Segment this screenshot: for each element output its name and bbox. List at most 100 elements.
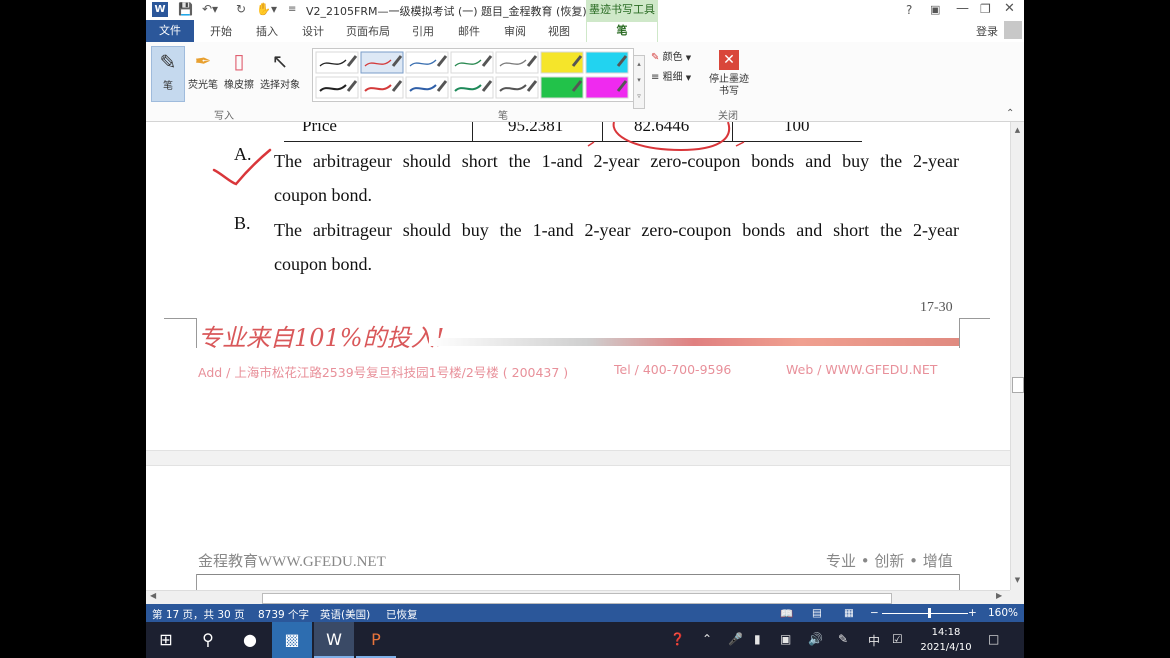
pen-swatch[interactable] [405,76,449,99]
ribbon-display-options-icon[interactable]: ▣ [930,3,940,16]
chevron-down-icon: ▼ [685,74,692,82]
help-tray-icon[interactable]: ❓ [670,632,685,646]
scroll-right-icon[interactable]: ▶ [996,591,1002,600]
pen-swatch[interactable] [585,76,629,99]
language-status[interactable]: 英语(美国) [320,607,370,622]
save-icon[interactable]: 💾 [178,2,193,16]
battery-icon[interactable]: ▮ [754,632,761,646]
pen-swatch[interactable] [540,76,584,99]
print-layout-icon[interactable]: ▤ [812,607,822,619]
search-icon[interactable]: ⚲ [188,622,228,658]
zoom-slider-thumb[interactable] [928,608,931,618]
tab-pen[interactable]: 笔 [586,20,658,42]
next-page-header-right: 专业 • 创新 • 增值 [826,552,953,570]
pen-swatch[interactable] [450,51,494,74]
web-layout-icon[interactable]: ▦ [844,607,854,619]
pen-swatch[interactable] [450,76,494,99]
stop-inking-button[interactable]: ✕ 停止墨迹书写 [708,46,750,98]
pen-color-button[interactable]: ✎ 颜色 ▼ [651,48,691,63]
redo-icon[interactable]: ↻ [236,2,246,16]
microphone-icon[interactable]: 🎤 [728,632,743,646]
input-method-indicator[interactable]: 中 [868,632,880,649]
start-button[interactable]: ⊞ [146,622,186,658]
undo-icon[interactable]: ↶▾ [202,2,218,16]
pen-swatch[interactable] [405,51,449,74]
close-group-label: 关闭 [718,111,738,122]
word-window: W 💾 ↶▾ ↻ ✋▾ ≡ V2_2105FRM—一级模拟考试 (一) 题目_金… [146,0,1024,658]
tab-review[interactable]: 审阅 [504,23,526,39]
scroll-up-icon[interactable]: ▲ [1013,126,1022,136]
help-button[interactable]: ? [906,3,912,17]
pen-color-label: 颜色 [662,52,683,63]
minimize-button[interactable]: — [956,1,969,16]
page-count-status[interactable]: 第 17 页，共 30 页 [152,607,245,622]
pen-thickness-button[interactable]: ≡ 粗细 ▼ [651,68,691,83]
tab-view[interactable]: 视图 [548,23,570,39]
corner-mark [164,318,196,319]
horizontal-scrollbar[interactable]: ◀ ▶ [146,590,1010,604]
notification-center-icon[interactable]: □ [988,632,999,646]
footer-web: Web / WWW.GFEDU.NET [786,362,938,377]
scroll-thumb[interactable] [1012,377,1024,393]
pen-swatch[interactable] [585,51,629,74]
pen-swatch[interactable] [495,51,539,74]
option-text: The arbitrageur should buy the 1-and 2-y… [274,220,959,240]
security-check-icon[interactable]: ☑ [892,632,903,646]
word-count-status[interactable]: 8739 个字 [258,607,309,622]
gallery-scroll-icon[interactable]: ▴ ▾ ▿ [633,55,645,109]
cursor-arrow-icon: ↖ [271,49,289,73]
highlighter-tool-button[interactable]: ✒ 荧光笔 [186,46,220,102]
tab-page-layout[interactable]: 页面布局 [346,23,390,39]
thickness-icon: ≡ [651,72,660,83]
pen-workspace-icon[interactable]: ✎ [838,632,848,646]
word-app-taskbar-icon[interactable]: W [314,622,354,658]
touch-mode-icon[interactable]: ✋▾ [256,2,277,16]
system-clock[interactable]: 14:18 2021/4/10 [916,625,976,655]
customize-qat-icon[interactable]: ≡ [288,4,296,15]
pen-thickness-label: 粗细 [662,72,683,83]
sign-in-link[interactable]: 登录 [976,23,998,39]
tab-home[interactable]: 开始 [210,23,232,39]
page-separator [146,450,1010,466]
horizontal-scroll-thumb[interactable] [262,593,892,604]
pen-styles-gallery: ▴ ▾ ▿ [312,48,645,109]
ribbon-pen: ✎ 笔 ✒ 荧光笔 ▯ 橡皮擦 ↖ 选择对象 写入 ▴ ▾ ▿ 笔 ✎ 颜色 ▼ ≡… [146,42,1024,122]
footer-gradient-bar [429,338,959,346]
zoom-slider[interactable] [882,613,968,614]
select-objects-button[interactable]: ↖ 选择对象 [258,46,302,102]
obs-app-icon[interactable]: ● [230,622,270,658]
eraser-tool-button[interactable]: ▯ 橡皮擦 [222,46,256,102]
tab-insert[interactable]: 插入 [256,23,278,39]
pen-swatch[interactable] [540,51,584,74]
pen-swatch[interactable] [315,51,359,74]
volume-icon[interactable]: 🔊 [808,632,823,646]
tab-file[interactable]: 文件 [146,20,194,42]
scroll-left-icon[interactable]: ◀ [150,591,156,600]
corner-mark [959,318,960,348]
restore-button[interactable]: ❐ [980,2,991,16]
pen-tool-button[interactable]: ✎ 笔 [151,46,185,102]
pen-swatch[interactable] [360,51,404,74]
zoom-level[interactable]: 160% [988,607,1018,619]
document-canvas[interactable]: Price 95.2381 82.6446 100 A. The arbitra… [146,122,1010,590]
powerpoint-app-taskbar-icon[interactable]: P [356,622,396,658]
zoom-out-icon[interactable]: − [870,607,879,619]
read-mode-icon[interactable]: 📖 [780,607,793,620]
tab-mailings[interactable]: 邮件 [458,23,480,39]
status-bar: 第 17 页，共 30 页 8739 个字 英语(美国) 已恢复 📖 ▤ ▦ −… [146,604,1024,622]
pen-color-icon: ✎ [651,52,660,63]
pen-swatch[interactable] [360,76,404,99]
scroll-down-icon[interactable]: ▼ [1013,576,1022,586]
show-hidden-icons-icon[interactable]: ⌃ [702,632,712,646]
zoom-in-icon[interactable]: + [968,607,977,619]
tab-references[interactable]: 引用 [412,23,434,39]
collapse-ribbon-icon[interactable]: ⌃ [1006,108,1014,119]
pen-swatch[interactable] [315,76,359,99]
tencent-meeting-app-icon[interactable]: ▩ [272,622,312,658]
vertical-scrollbar[interactable]: ▲ ▼ [1010,122,1024,590]
avatar[interactable] [1004,21,1022,39]
network-icon[interactable]: ▣ [780,632,791,646]
tab-design[interactable]: 设计 [302,23,324,39]
pen-swatch[interactable] [495,76,539,99]
close-button[interactable]: ✕ [1004,1,1015,16]
